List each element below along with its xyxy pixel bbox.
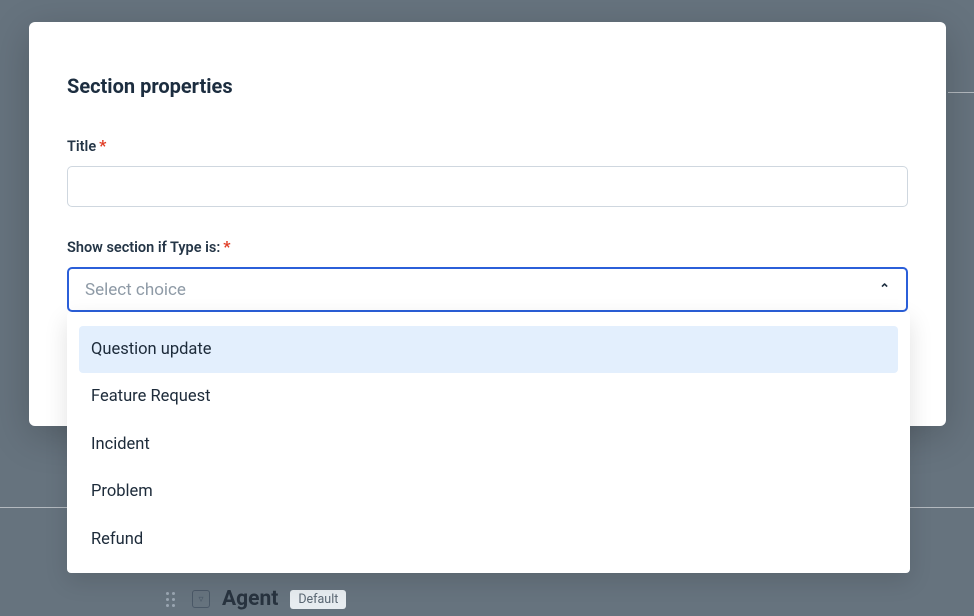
background-field-name: Agent	[222, 587, 278, 611]
dropdown-option[interactable]: Refund	[79, 516, 898, 563]
dropdown-option[interactable]: Problem	[79, 468, 898, 515]
required-marker: *	[99, 136, 106, 155]
dropdown-option[interactable]: Feature Request	[79, 373, 898, 420]
condition-field-group: Show section if Type is:* Select choice …	[67, 237, 908, 312]
background-field-row: ▿ Agent Default	[166, 587, 346, 611]
select-placeholder: Select choice	[85, 280, 186, 300]
dropdown-option[interactable]: Question update	[79, 326, 898, 373]
required-marker: *	[223, 237, 230, 256]
chevron-up-icon: ⌃	[879, 282, 890, 297]
field-type-icon: ▿	[192, 590, 210, 608]
condition-dropdown: Question update Feature Request Incident…	[67, 312, 910, 573]
title-label: Title	[67, 138, 96, 155]
condition-label: Show section if Type is:	[67, 239, 220, 256]
modal-title: Section properties	[67, 74, 908, 98]
default-chip: Default	[290, 590, 346, 609]
condition-select[interactable]: Select choice ⌃	[67, 267, 908, 312]
dropdown-option[interactable]: Incident	[79, 421, 898, 468]
title-field-group: Title*	[67, 136, 908, 207]
drag-handle-icon	[166, 592, 180, 607]
title-input[interactable]	[67, 166, 908, 207]
